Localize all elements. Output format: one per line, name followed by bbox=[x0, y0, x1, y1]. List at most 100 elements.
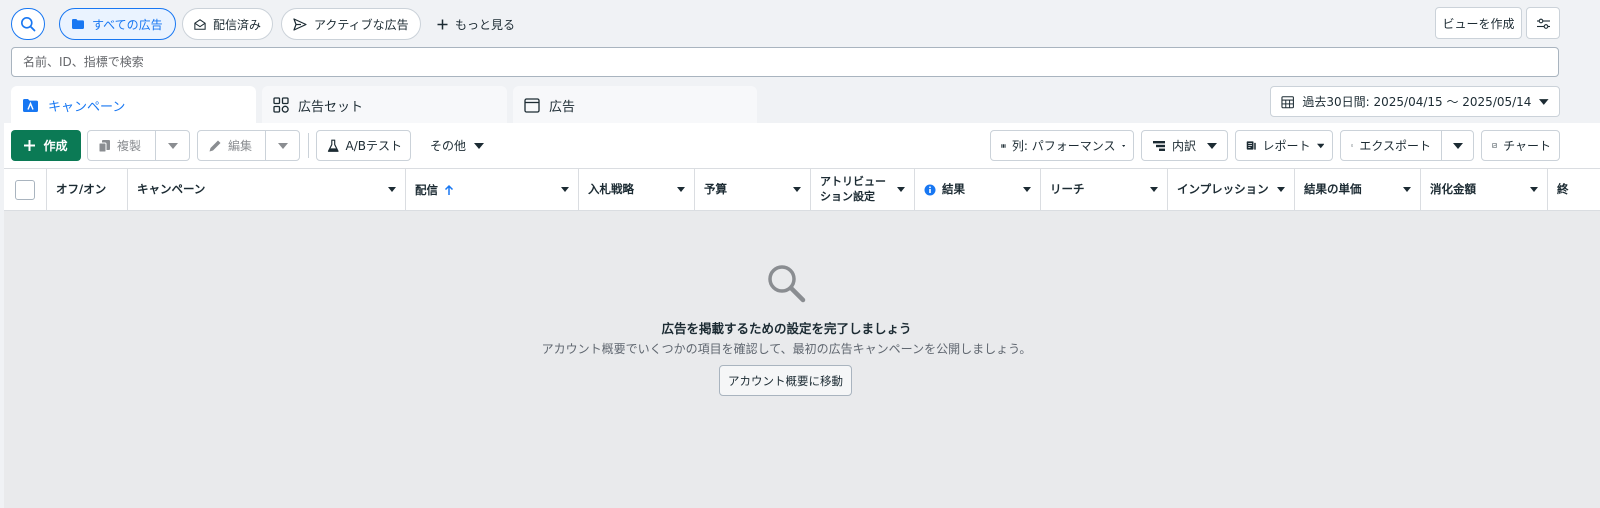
tab-ad-sets[interactable]: 広告セット bbox=[262, 86, 507, 124]
column-header-attribution[interactable]: アトリビューション設定 bbox=[811, 168, 915, 211]
plus-icon bbox=[24, 140, 36, 151]
other-menu-button[interactable]: その他 bbox=[430, 130, 485, 161]
column-label: 結果 bbox=[942, 181, 965, 196]
caret-down-icon bbox=[1530, 187, 1538, 192]
go-to-account-overview-button[interactable]: アカウント概要に移動 bbox=[719, 365, 852, 396]
column-label: アトリビューション設定 bbox=[820, 174, 886, 203]
tab-ad-sets-label: 広告セット bbox=[298, 99, 364, 115]
caret-down-icon bbox=[1316, 143, 1324, 148]
select-all-checkbox[interactable] bbox=[15, 179, 35, 200]
toolbar-divider bbox=[308, 133, 309, 158]
see-more-label: もっと見る bbox=[455, 17, 516, 32]
column-header-budget[interactable]: 予算 bbox=[695, 168, 811, 211]
ab-test-button[interactable]: A/Bテスト bbox=[316, 130, 411, 161]
duplicate-dropdown[interactable] bbox=[155, 131, 189, 160]
caret-down-icon bbox=[1452, 142, 1463, 149]
window-icon bbox=[524, 97, 540, 113]
column-header-delivery[interactable]: 配信 bbox=[406, 168, 579, 211]
column-header-cost-per-result[interactable]: 結果の単価 bbox=[1295, 168, 1421, 211]
date-range-picker[interactable]: 過去30日間: 2025/04/15 ～ 2025/05/14 bbox=[1270, 86, 1560, 117]
caret-down-icon bbox=[1403, 187, 1411, 192]
column-header-bid-strategy[interactable]: 入札戦略 bbox=[579, 168, 695, 211]
campaign-folder-icon bbox=[23, 98, 38, 112]
tab-campaigns[interactable]: キャンペーン bbox=[11, 86, 256, 124]
date-range-label: 過去30日間: 2025/04/15 ～ 2025/05/14 bbox=[1302, 95, 1532, 109]
filter-delivered[interactable]: 配信済み bbox=[182, 8, 273, 40]
column-label: オフ/オン bbox=[56, 181, 107, 196]
column-header-amount-spent[interactable]: 消化金額 bbox=[1421, 168, 1548, 211]
empty-state-area bbox=[4, 211, 1600, 508]
columns-label: 列: パフォーマンス bbox=[1011, 139, 1116, 153]
column-label: 入札戦略 bbox=[588, 181, 634, 196]
column-header-reach[interactable]: リーチ bbox=[1041, 168, 1168, 211]
search-icon bbox=[21, 17, 36, 32]
create-label: 作成 bbox=[43, 139, 68, 153]
search-input[interactable] bbox=[23, 55, 1547, 69]
see-more-link[interactable]: もっと見る bbox=[437, 8, 515, 40]
grid-icon bbox=[273, 97, 289, 113]
filter-all-ads-label: すべての広告 bbox=[92, 17, 163, 32]
column-header-campaign[interactable]: キャンペーン bbox=[128, 168, 406, 211]
tab-ads-label: 広告 bbox=[549, 99, 576, 115]
filter-active-ads[interactable]: アクティブな広告 bbox=[281, 8, 421, 40]
filter-all-ads[interactable]: すべての広告 bbox=[59, 8, 176, 40]
export-button-group[interactable]: エクスポート bbox=[1340, 130, 1474, 161]
breakdown-icon bbox=[1153, 140, 1165, 151]
columns-icon bbox=[1001, 143, 1006, 148]
export-dropdown[interactable] bbox=[1441, 131, 1473, 160]
column-label: リーチ bbox=[1050, 181, 1085, 196]
column-label: インプレッション bbox=[1177, 181, 1269, 196]
folder-icon bbox=[72, 19, 84, 29]
caret-down-icon bbox=[388, 187, 396, 192]
chart-button[interactable]: チャート bbox=[1481, 130, 1560, 161]
edit-label: 編集 bbox=[228, 139, 253, 153]
info-icon bbox=[924, 184, 936, 195]
ab-test-label: A/Bテスト bbox=[345, 139, 403, 153]
caret-down-icon bbox=[793, 187, 801, 192]
report-icon bbox=[1246, 141, 1256, 150]
empty-state-subtitle: アカウント概要でいくつかの項目を確認して、最初の広告キャンペーンを公開しましょう… bbox=[541, 342, 1032, 356]
breakdown-button[interactable]: 内訳 bbox=[1141, 130, 1228, 161]
breakdown-label: 内訳 bbox=[1172, 139, 1197, 153]
column-label: 終 bbox=[1557, 181, 1569, 196]
column-header-toggle[interactable]: オフ/オン bbox=[47, 168, 128, 211]
chart-line-icon bbox=[1492, 143, 1497, 148]
caret-down-icon bbox=[1207, 142, 1217, 149]
column-label: 結果の単価 bbox=[1304, 181, 1362, 196]
duplicate-button[interactable]: 複製 bbox=[88, 131, 155, 160]
search-toggle-button[interactable] bbox=[11, 8, 45, 40]
export-label: エクスポート bbox=[1359, 139, 1431, 153]
export-icon bbox=[1351, 144, 1354, 147]
tab-ads[interactable]: 広告 bbox=[513, 86, 757, 124]
settings-sliders-button[interactable] bbox=[1526, 7, 1560, 39]
search-field[interactable] bbox=[11, 47, 1559, 77]
empty-state-title: 広告を掲載するための設定を完了しましょう bbox=[661, 321, 912, 336]
create-view-button[interactable]: ビューを作成 bbox=[1435, 7, 1522, 39]
column-header-results[interactable]: 結果 bbox=[915, 168, 1041, 211]
column-label: 予算 bbox=[704, 181, 727, 196]
caret-down-icon bbox=[561, 187, 569, 192]
caret-down-icon bbox=[1121, 144, 1125, 147]
column-header-ends[interactable]: 終 bbox=[1548, 168, 1600, 211]
calendar-icon bbox=[1281, 95, 1294, 108]
edit-button-group[interactable]: 編集 bbox=[197, 130, 300, 161]
caret-down-icon bbox=[677, 187, 685, 192]
create-button[interactable]: 作成 bbox=[11, 130, 81, 161]
edit-dropdown[interactable] bbox=[265, 131, 299, 160]
caret-down-icon bbox=[1023, 187, 1031, 192]
reports-button[interactable]: レポート bbox=[1235, 130, 1333, 161]
tab-campaigns-label: キャンペーン bbox=[48, 99, 126, 115]
filter-active-ads-label: アクティブな広告 bbox=[314, 17, 409, 32]
edit-button[interactable]: 編集 bbox=[198, 131, 265, 160]
filter-delivered-label: 配信済み bbox=[212, 17, 261, 32]
flask-icon bbox=[327, 139, 339, 152]
column-header-impressions[interactable]: インプレッション bbox=[1168, 168, 1295, 211]
duplicate-button-group[interactable]: 複製 bbox=[87, 130, 190, 161]
caret-down-icon bbox=[1150, 187, 1158, 192]
sort-ascending-icon bbox=[444, 184, 454, 195]
export-button[interactable]: エクスポート bbox=[1341, 131, 1441, 160]
caret-down-icon bbox=[474, 142, 485, 149]
sliders-icon bbox=[1536, 18, 1550, 29]
copy-icon bbox=[98, 139, 110, 152]
columns-performance-button[interactable]: 列: パフォーマンス bbox=[990, 130, 1134, 161]
